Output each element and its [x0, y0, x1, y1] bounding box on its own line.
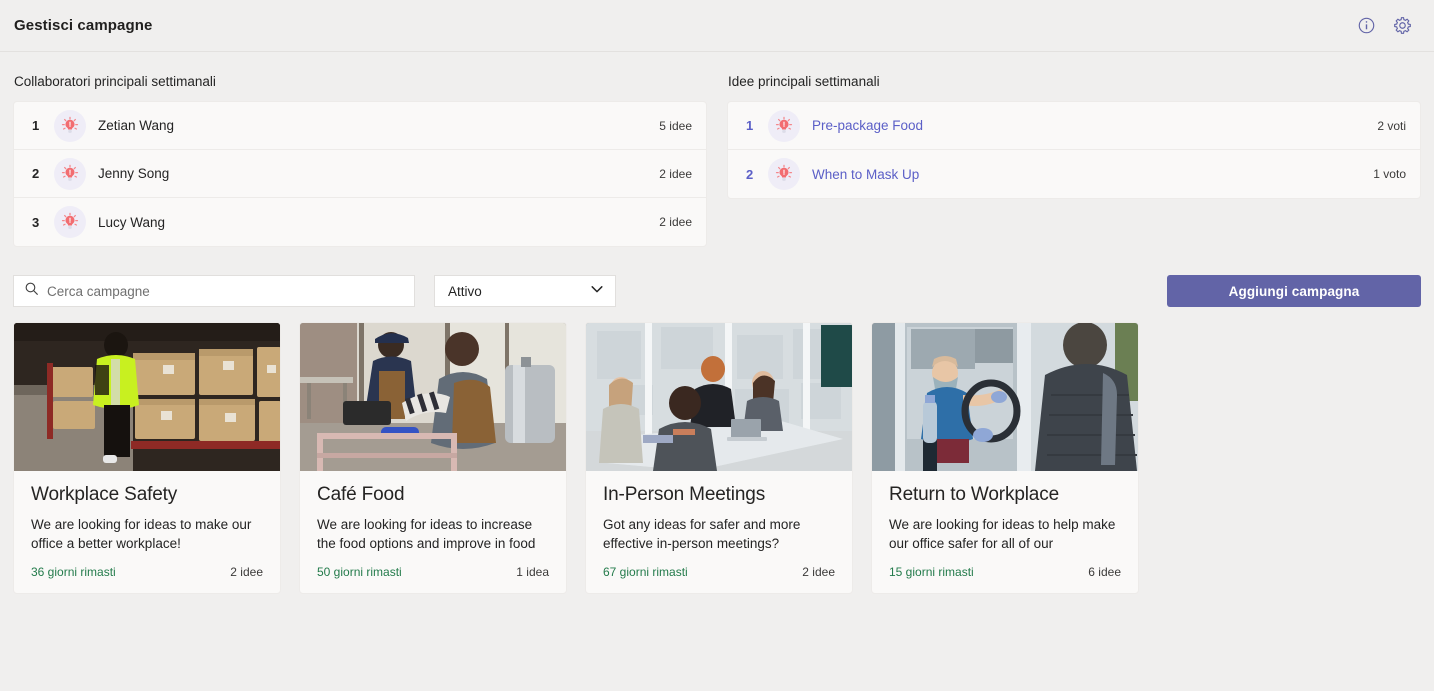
- chevron-down-icon: [589, 281, 605, 302]
- campaign-card-body: In-Person Meetings Got any ideas for saf…: [586, 471, 852, 554]
- top-contributors-title: Collaboratori principali settimanali: [14, 74, 216, 89]
- list-item[interactable]: 2: [728, 150, 1420, 198]
- campaign-card-body: Return to Workplace We are looking for i…: [872, 471, 1138, 554]
- campaign-description: We are looking for ideas to make our off…: [31, 516, 252, 552]
- cafe-workers-photo: [300, 323, 566, 471]
- info-circle-icon[interactable]: [1355, 15, 1377, 37]
- days-remaining: 67 giorni rimasti: [603, 564, 688, 579]
- campaign-card-grid: Workplace Safety We are looking for idea…: [0, 311, 1434, 594]
- status-filter-dropdown[interactable]: Attivo: [434, 275, 616, 307]
- rank-number: 1: [32, 118, 40, 133]
- rank-number: 3: [32, 214, 40, 230]
- contributor-name: Zetian Wang: [98, 118, 175, 133]
- contributor-name: Lucy Wang: [98, 214, 166, 230]
- top-ideas-title: Idee principali settimanali: [728, 74, 880, 89]
- top-ideas-panel: Idee principali settimanali 1 Pre-packag…: [727, 74, 1421, 247]
- list-item[interactable]: 3 Lucy Wang 2 idee: [14, 198, 706, 246]
- status-filter-value: Attivo: [448, 283, 482, 299]
- days-remaining: 50 giorni rimasti: [317, 564, 402, 579]
- campaign-title: In-Person Meetings: [603, 484, 766, 505]
- bus-driver-mask-photo: [872, 323, 1138, 471]
- list-item[interactable]: 2: [14, 150, 706, 198]
- campaign-card[interactable]: In-Person Meetings Got any ideas for saf…: [585, 322, 853, 594]
- lightbulb-icon: [54, 206, 86, 238]
- idea-count: 1 idea: [516, 564, 549, 579]
- campaign-card[interactable]: Workplace Safety We are looking for idea…: [13, 322, 281, 594]
- idea-count: 2 idee: [659, 166, 692, 181]
- lightbulb-icon: [54, 157, 86, 190]
- search-box[interactable]: [13, 275, 415, 307]
- days-remaining: 15 giorni rimasti: [889, 564, 974, 579]
- add-campaign-button[interactable]: Aggiungi campagna: [1167, 275, 1421, 307]
- gear-icon[interactable]: [1391, 15, 1413, 37]
- search-icon: [24, 281, 39, 301]
- contributor-name: Jenny Song: [98, 166, 170, 181]
- campaign-card-footer: 15 giorni rimasti 6 idee: [872, 554, 1138, 593]
- list-item[interactable]: 1: [14, 102, 706, 150]
- campaign-card[interactable]: Return to Workplace We are looking for i…: [871, 322, 1139, 594]
- idea-title-link[interactable]: Pre-package Food: [812, 118, 1377, 133]
- campaign-description: We are looking for ideas to increase the…: [317, 516, 536, 552]
- rank-number: 2: [32, 166, 40, 181]
- campaign-card-footer: 67 giorni rimasti 2 idee: [586, 554, 852, 593]
- campaign-card-footer: 50 giorni rimasti 1 idea: [300, 554, 566, 593]
- campaign-description: Got any ideas for safer and more effecti…: [603, 516, 801, 552]
- header-actions: [1355, 15, 1420, 37]
- idea-count: 6 idee: [1088, 564, 1121, 579]
- warehouse-worker-photo: [14, 323, 280, 471]
- campaign-toolbar: Attivo Aggiungi campagna: [0, 247, 1434, 311]
- rank-number: 2: [746, 166, 754, 182]
- app-header: Gestisci campagne: [0, 0, 1434, 52]
- top-contributors-list: 1 Zetian Wang 5 idee 2 Jenny Song 2 idee…: [13, 101, 707, 247]
- top-contributors-panel: Collaboratori principali settimanali 1 Z…: [13, 74, 707, 247]
- summary-panels: Collaboratori principali settimanali 1 Z…: [0, 52, 1434, 247]
- campaign-card[interactable]: Café Food We are looking for ideas to in…: [299, 322, 567, 594]
- campaign-description: We are looking for ideas to help make ou…: [889, 516, 1116, 552]
- idea-count: 2 idee: [230, 564, 263, 579]
- office-meeting-photo: [586, 323, 852, 471]
- top-ideas-list: 1 Pre-package Food 2 voti 2 When to Mask…: [727, 101, 1421, 199]
- idea-count: 2 idee: [659, 215, 692, 229]
- campaign-card-body: Café Food We are looking for ideas to in…: [300, 471, 566, 554]
- campaign-title: Return to Workplace: [889, 484, 1059, 505]
- campaign-card-footer: 36 giorni rimasti 2 idee: [14, 554, 280, 593]
- campaign-title: Café Food: [317, 484, 405, 505]
- lightbulb-icon: [768, 109, 800, 142]
- list-item[interactable]: 1: [728, 102, 1420, 150]
- lightbulb-icon: [768, 158, 800, 190]
- campaign-title: Workplace Safety: [31, 484, 178, 505]
- days-remaining: 36 giorni rimasti: [31, 564, 116, 579]
- page-title: Gestisci campagne: [14, 17, 153, 34]
- rank-number: 1: [746, 118, 754, 133]
- idea-title-link[interactable]: When to Mask Up: [812, 167, 1373, 182]
- lightbulb-icon: [54, 109, 86, 142]
- idea-count: 2 idee: [802, 564, 835, 579]
- campaign-card-body: Workplace Safety We are looking for idea…: [14, 471, 280, 554]
- vote-count: 1 voto: [1373, 167, 1406, 181]
- idea-count: 5 idee: [659, 118, 692, 133]
- vote-count: 2 voti: [1377, 118, 1406, 133]
- search-input[interactable]: [47, 283, 404, 299]
